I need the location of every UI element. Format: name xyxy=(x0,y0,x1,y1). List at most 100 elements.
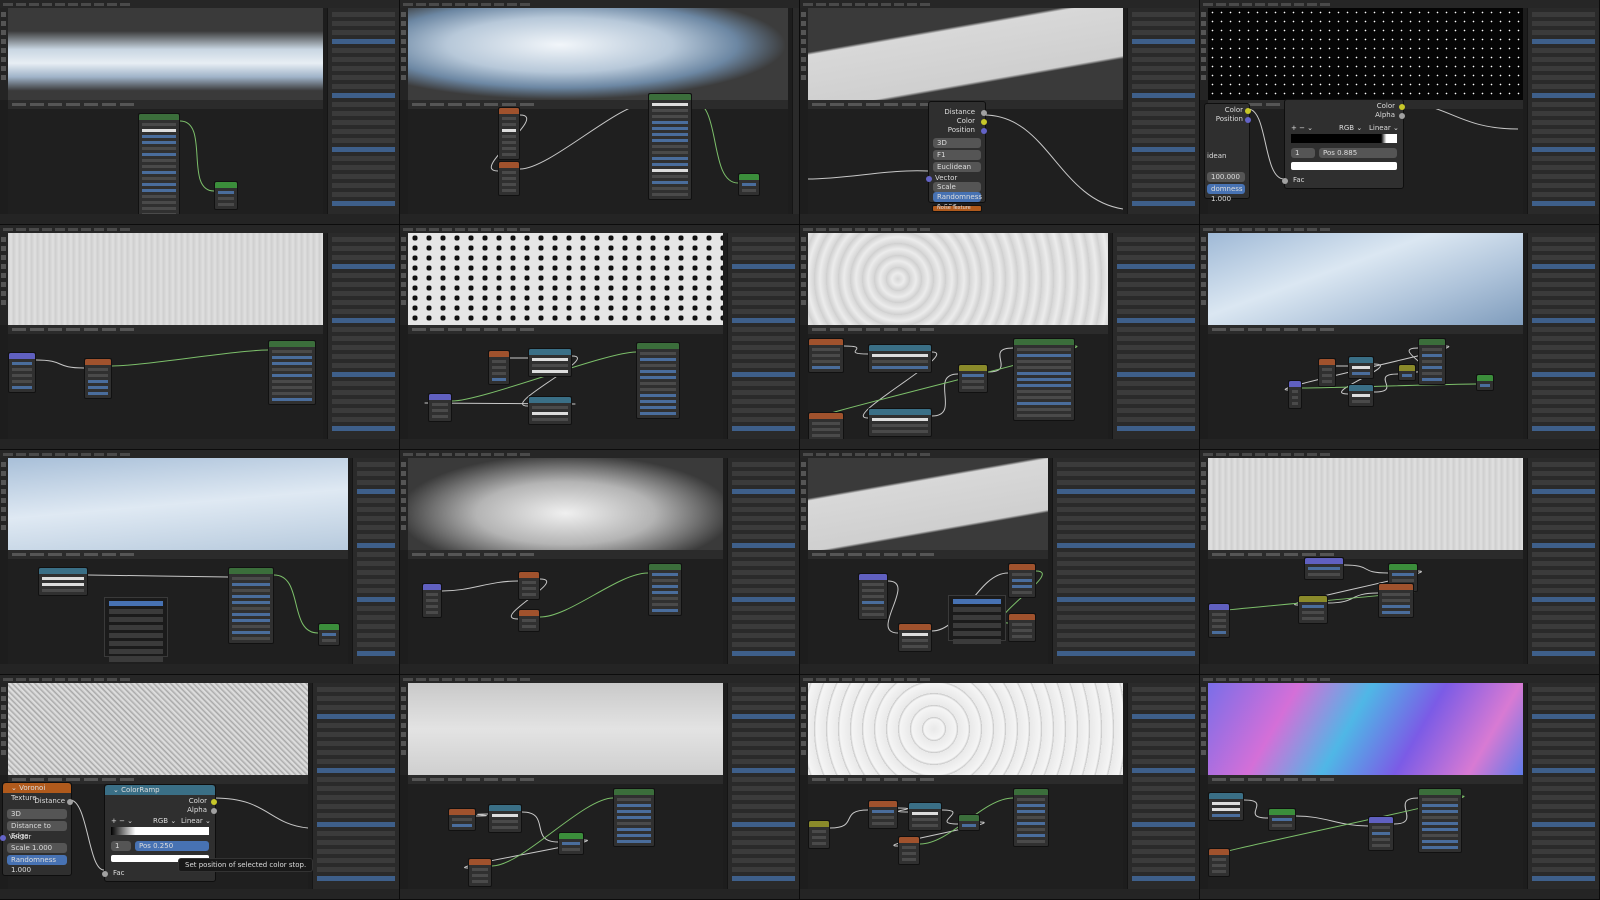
node-field[interactable] xyxy=(142,159,176,162)
node-field[interactable] xyxy=(88,392,108,395)
property-field[interactable] xyxy=(357,642,395,647)
header-menu[interactable] xyxy=(866,553,880,556)
node-field[interactable] xyxy=(502,171,516,174)
tool-icon[interactable] xyxy=(1201,57,1206,62)
node-field[interactable] xyxy=(1017,372,1071,375)
tool-icon[interactable] xyxy=(1,255,6,260)
menu-item[interactable] xyxy=(855,452,865,456)
node-field[interactable] xyxy=(872,430,928,433)
node-field[interactable] xyxy=(232,601,270,604)
property-field[interactable] xyxy=(1117,336,1195,341)
node-field[interactable] xyxy=(142,135,176,138)
node-field[interactable] xyxy=(640,406,676,409)
shader-node[interactable] xyxy=(1208,603,1230,638)
property-field[interactable] xyxy=(732,246,795,251)
property-field[interactable] xyxy=(317,876,395,881)
menu-item[interactable] xyxy=(55,677,65,681)
property-field[interactable] xyxy=(732,462,795,467)
property-field[interactable] xyxy=(1532,237,1595,242)
menu-item[interactable] xyxy=(107,677,117,681)
shader-node[interactable] xyxy=(858,573,888,620)
node-field[interactable] xyxy=(812,348,840,351)
shader-node[interactable] xyxy=(1398,364,1416,381)
menu-item[interactable] xyxy=(42,2,52,6)
node-field[interactable] xyxy=(142,195,176,198)
tool-icon[interactable] xyxy=(801,57,806,62)
node-field[interactable] xyxy=(232,595,270,598)
node-field[interactable] xyxy=(452,818,472,821)
property-field[interactable] xyxy=(732,876,795,881)
property-field[interactable] xyxy=(332,273,395,278)
property-field[interactable] xyxy=(317,777,395,782)
menu-option[interactable] xyxy=(109,625,163,630)
menu-item[interactable] xyxy=(468,452,478,456)
property-field[interactable] xyxy=(1532,480,1595,485)
3d-viewport[interactable] xyxy=(408,458,723,550)
property-field[interactable] xyxy=(332,183,395,188)
property-field[interactable] xyxy=(1117,318,1195,323)
property-field[interactable] xyxy=(317,705,395,710)
property-field[interactable] xyxy=(357,480,395,485)
node-field[interactable] xyxy=(1302,611,1324,614)
menu-item[interactable] xyxy=(68,227,78,231)
output-socket[interactable] xyxy=(1399,104,1405,110)
menu-option[interactable] xyxy=(109,617,163,622)
header-menu[interactable] xyxy=(902,778,916,781)
menu-item[interactable] xyxy=(1229,452,1239,456)
property-field[interactable] xyxy=(732,282,795,287)
node-field[interactable] xyxy=(1017,360,1071,363)
property-field[interactable] xyxy=(1117,372,1195,377)
header-menu[interactable] xyxy=(830,328,844,331)
properties-panel[interactable] xyxy=(727,458,799,664)
node-field[interactable] xyxy=(322,633,336,636)
property-field[interactable] xyxy=(1532,39,1595,44)
header-menu[interactable] xyxy=(830,778,844,781)
property-field[interactable] xyxy=(332,300,395,305)
tool-icon[interactable] xyxy=(1,66,6,71)
property-field[interactable] xyxy=(332,111,395,116)
menu-option[interactable] xyxy=(109,601,163,606)
header-menu[interactable] xyxy=(902,328,916,331)
tool-icon[interactable] xyxy=(801,705,806,710)
property-field[interactable] xyxy=(732,606,795,611)
header-menu[interactable] xyxy=(120,103,134,106)
property-field[interactable] xyxy=(332,39,395,44)
header-menu[interactable] xyxy=(412,328,426,331)
tool-shelf[interactable] xyxy=(0,8,8,100)
menu-item[interactable] xyxy=(81,677,91,681)
property-field[interactable] xyxy=(332,120,395,125)
header-menu[interactable] xyxy=(1320,328,1334,331)
property-field[interactable] xyxy=(357,624,395,629)
property-field[interactable] xyxy=(1132,129,1195,134)
tool-shelf[interactable] xyxy=(400,683,408,775)
property-field[interactable] xyxy=(332,21,395,26)
property-field[interactable] xyxy=(732,597,795,602)
property-field[interactable] xyxy=(317,858,395,863)
node-field[interactable] xyxy=(272,386,312,389)
node-field[interactable] xyxy=(872,810,894,813)
property-field[interactable] xyxy=(1132,867,1195,872)
node-field[interactable] xyxy=(652,609,678,612)
property-field[interactable] xyxy=(317,759,395,764)
menu-item[interactable] xyxy=(803,2,813,6)
node-field[interactable] xyxy=(432,409,448,412)
property-field[interactable] xyxy=(1532,102,1595,107)
property-field[interactable] xyxy=(1532,156,1595,161)
property-field[interactable] xyxy=(1132,84,1195,89)
property-field[interactable] xyxy=(1532,579,1595,584)
tool-icon[interactable] xyxy=(801,462,806,467)
header-menu[interactable] xyxy=(84,103,98,106)
menu-item[interactable] xyxy=(1294,2,1304,6)
tool-icon[interactable] xyxy=(801,12,806,17)
shader-node[interactable] xyxy=(1013,338,1075,421)
header-menu[interactable] xyxy=(102,328,116,331)
property-field[interactable] xyxy=(732,831,795,836)
property-field[interactable] xyxy=(1117,309,1195,314)
header-menu[interactable] xyxy=(1284,778,1298,781)
node-field[interactable] xyxy=(1372,844,1390,847)
property-field[interactable] xyxy=(1132,804,1195,809)
menu-item[interactable] xyxy=(16,2,26,6)
shader-node-editor[interactable] xyxy=(1208,334,1523,439)
shader-editor-header[interactable] xyxy=(408,550,723,559)
node-field[interactable] xyxy=(532,364,568,367)
